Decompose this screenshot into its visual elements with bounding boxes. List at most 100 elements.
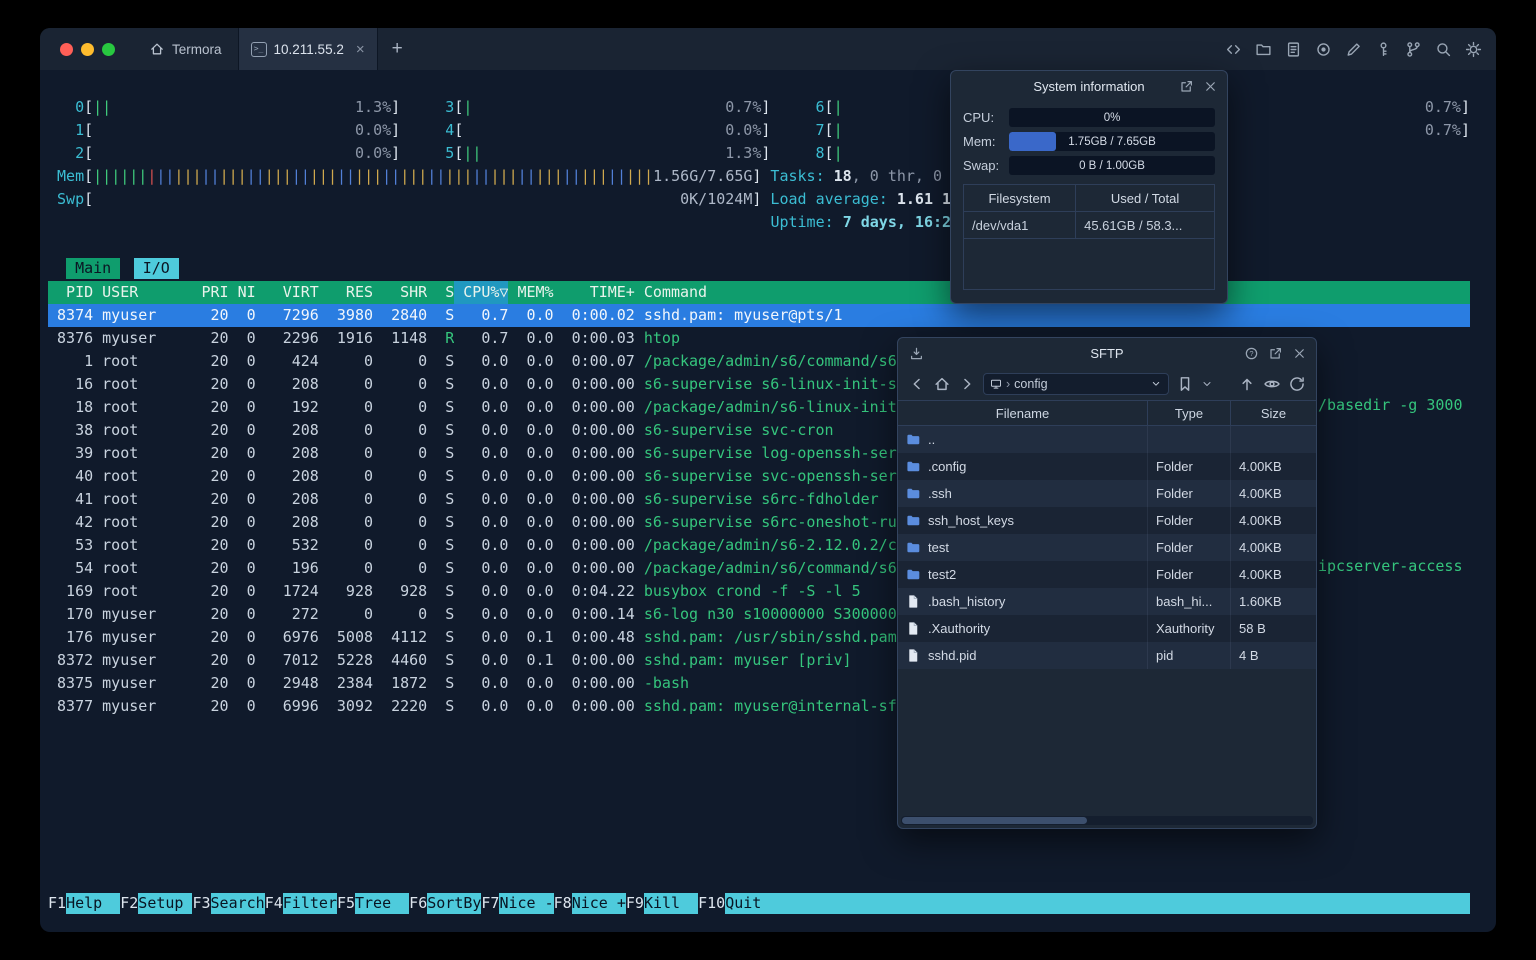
system-information-panel: System information CPU: 0% Mem: 1.75GB /…	[950, 70, 1228, 304]
file-name: .bash_history	[928, 594, 1006, 609]
tasks-summary: Tasks: 18, 0 thr, 0	[770, 167, 952, 185]
htop-tab-main[interactable]: Main	[66, 258, 121, 279]
open-in-new-window-icon[interactable]	[1268, 346, 1283, 361]
col-time[interactable]: TIME+	[554, 281, 635, 304]
bookmark-dropdown-icon[interactable]	[1201, 378, 1213, 390]
meter-label: CPU:	[963, 110, 995, 125]
branch-icon[interactable]	[1405, 41, 1422, 58]
col-ni[interactable]: NI	[229, 281, 256, 304]
close-tab-icon[interactable]: ×	[356, 41, 365, 58]
download-icon[interactable]	[909, 346, 924, 361]
meter-bar: 0 B / 1.00GB	[1009, 156, 1215, 175]
file-size: 4.00KB	[1239, 567, 1282, 582]
open-in-new-window-icon[interactable]	[1179, 79, 1194, 94]
settings-gear-icon[interactable]	[1465, 41, 1482, 58]
snippets-icon[interactable]	[1285, 41, 1302, 58]
show-hidden-eye-icon[interactable]	[1263, 375, 1281, 393]
code-icon[interactable]	[1225, 41, 1242, 58]
help-icon[interactable]: ?	[1244, 346, 1259, 361]
tab-home[interactable]: Termora	[133, 28, 238, 70]
path-breadcrumb[interactable]: › config	[983, 373, 1169, 395]
folder-icon[interactable]	[1255, 41, 1272, 58]
close-panel-icon[interactable]	[1292, 346, 1307, 361]
col-virt[interactable]: VIRT	[256, 281, 319, 304]
back-icon[interactable]	[908, 375, 926, 393]
col-pri[interactable]: PRI	[192, 281, 228, 304]
horizontal-scrollbar[interactable]	[901, 816, 1313, 825]
sysinfo-title: System information	[1033, 78, 1145, 94]
fkey-button[interactable]: F4 Filter	[265, 893, 337, 914]
col-pid[interactable]: PID	[48, 281, 93, 304]
file-name: .config	[928, 459, 967, 474]
refresh-icon[interactable]	[1288, 375, 1306, 393]
htop-tab-io[interactable]: I/O	[133, 258, 179, 279]
scrollbar-thumb[interactable]	[902, 817, 1088, 824]
folder-icon	[906, 486, 921, 501]
fkey-button[interactable]: F5 Tree	[337, 893, 410, 914]
function-key-bar: F1 Help F2 Setup F3 Search F4 Filter F5 Tree F6 Sor…	[48, 893, 1470, 914]
file-type: Xauthority	[1148, 615, 1231, 642]
file-size: 4.00KB	[1239, 486, 1282, 501]
file-row[interactable]: .config Folder 4.00KB	[898, 453, 1316, 480]
meter-label: Mem:	[963, 134, 996, 149]
svg-text:?: ?	[1249, 349, 1253, 358]
key-icon[interactable]	[1375, 41, 1392, 58]
col-cpu-sorted[interactable]: CPU%▽	[454, 281, 509, 304]
fkey-button[interactable]: F9 Kill	[626, 893, 699, 914]
close-panel-icon[interactable]	[1203, 79, 1218, 94]
cpu-meter-row-2: 1[0.0%] 4[0.0%] 7[| 0.7%]	[48, 119, 1470, 142]
fkey-button[interactable]: F3 Search	[192, 893, 265, 914]
folder-icon	[906, 432, 921, 447]
home-icon	[149, 41, 165, 57]
minimize-window-button[interactable]	[81, 42, 94, 56]
fkey-button[interactable]: F6 SortBy	[409, 893, 481, 914]
fkey-button[interactable]: F8 Nice +	[554, 893, 626, 914]
filesystem-row[interactable]: /dev/vda1 45.61GB / 58.3...	[964, 212, 1214, 239]
file-row[interactable]: .Xauthority Xauthority 58 B	[898, 615, 1316, 642]
edit-icon[interactable]	[1345, 41, 1362, 58]
file-size	[1231, 426, 1316, 453]
search-icon[interactable]	[1435, 41, 1452, 58]
cpu-meter: 4[0.0%]	[445, 121, 771, 139]
swap-meter-row: Swp [ 0K/1024M ] Load average: 1.61 1	[48, 188, 1470, 211]
fkey-button[interactable]: F10 Quit	[698, 893, 1470, 914]
bookmark-icon[interactable]	[1176, 375, 1194, 393]
fkey-button[interactable]: F7 Nice -	[481, 893, 554, 914]
file-col-filename[interactable]: Filename	[898, 401, 1148, 425]
col-mem[interactable]: MEM%	[508, 281, 553, 304]
mem-meter: ||||||||||||||||||||||||||||||||||||||||…	[93, 165, 752, 188]
chevron-down-icon[interactable]	[1150, 378, 1162, 390]
col-res[interactable]: RES	[319, 281, 373, 304]
file-row[interactable]: .ssh Folder 4.00KB	[898, 480, 1316, 507]
file-icon	[906, 648, 921, 663]
process-row[interactable]: 8374 myuser 20 0 7296 3980 2840 S 0.7 0.0 0:00.02…	[48, 304, 1470, 327]
file-size: 4 B	[1239, 648, 1259, 663]
close-window-button[interactable]	[60, 42, 73, 56]
zoom-window-button[interactable]	[102, 42, 115, 56]
tab-session[interactable]: >_ 10.211.55.2 ×	[237, 28, 378, 70]
file-row[interactable]: sshd.pid pid 4 B	[898, 642, 1316, 669]
command-overflow-text: /basedir -g 3000	[1318, 396, 1463, 414]
col-state[interactable]: S	[427, 281, 454, 304]
tab-home-label: Termora	[172, 41, 222, 57]
file-col-size[interactable]: Size	[1231, 401, 1316, 425]
fkey-button[interactable]: F2 Setup	[120, 893, 193, 914]
sftp-toolbar: › config	[898, 368, 1316, 400]
file-row[interactable]: ssh_host_keys Folder 4.00KB	[898, 507, 1316, 534]
home-icon[interactable]	[933, 375, 951, 393]
go-up-icon[interactable]	[1238, 375, 1256, 393]
tab-session-label: 10.211.55.2	[273, 41, 344, 57]
file-row[interactable]: test2 Folder 4.00KB	[898, 561, 1316, 588]
col-shr[interactable]: SHR	[373, 281, 427, 304]
file-row[interactable]: ..	[898, 426, 1316, 453]
file-col-type[interactable]: Type	[1148, 401, 1231, 425]
file-row[interactable]: test Folder 4.00KB	[898, 534, 1316, 561]
fkey-button[interactable]: F1 Help	[48, 893, 121, 914]
file-row[interactable]: .bash_history bash_hi... 1.60KB	[898, 588, 1316, 615]
record-icon[interactable]	[1315, 41, 1332, 58]
mem-value: 1.56G/7.65G	[653, 167, 753, 185]
new-tab-button[interactable]: +	[378, 28, 417, 70]
forward-icon[interactable]	[958, 375, 976, 393]
file-name: ssh_host_keys	[928, 513, 1014, 528]
col-user[interactable]: USER	[102, 281, 192, 304]
